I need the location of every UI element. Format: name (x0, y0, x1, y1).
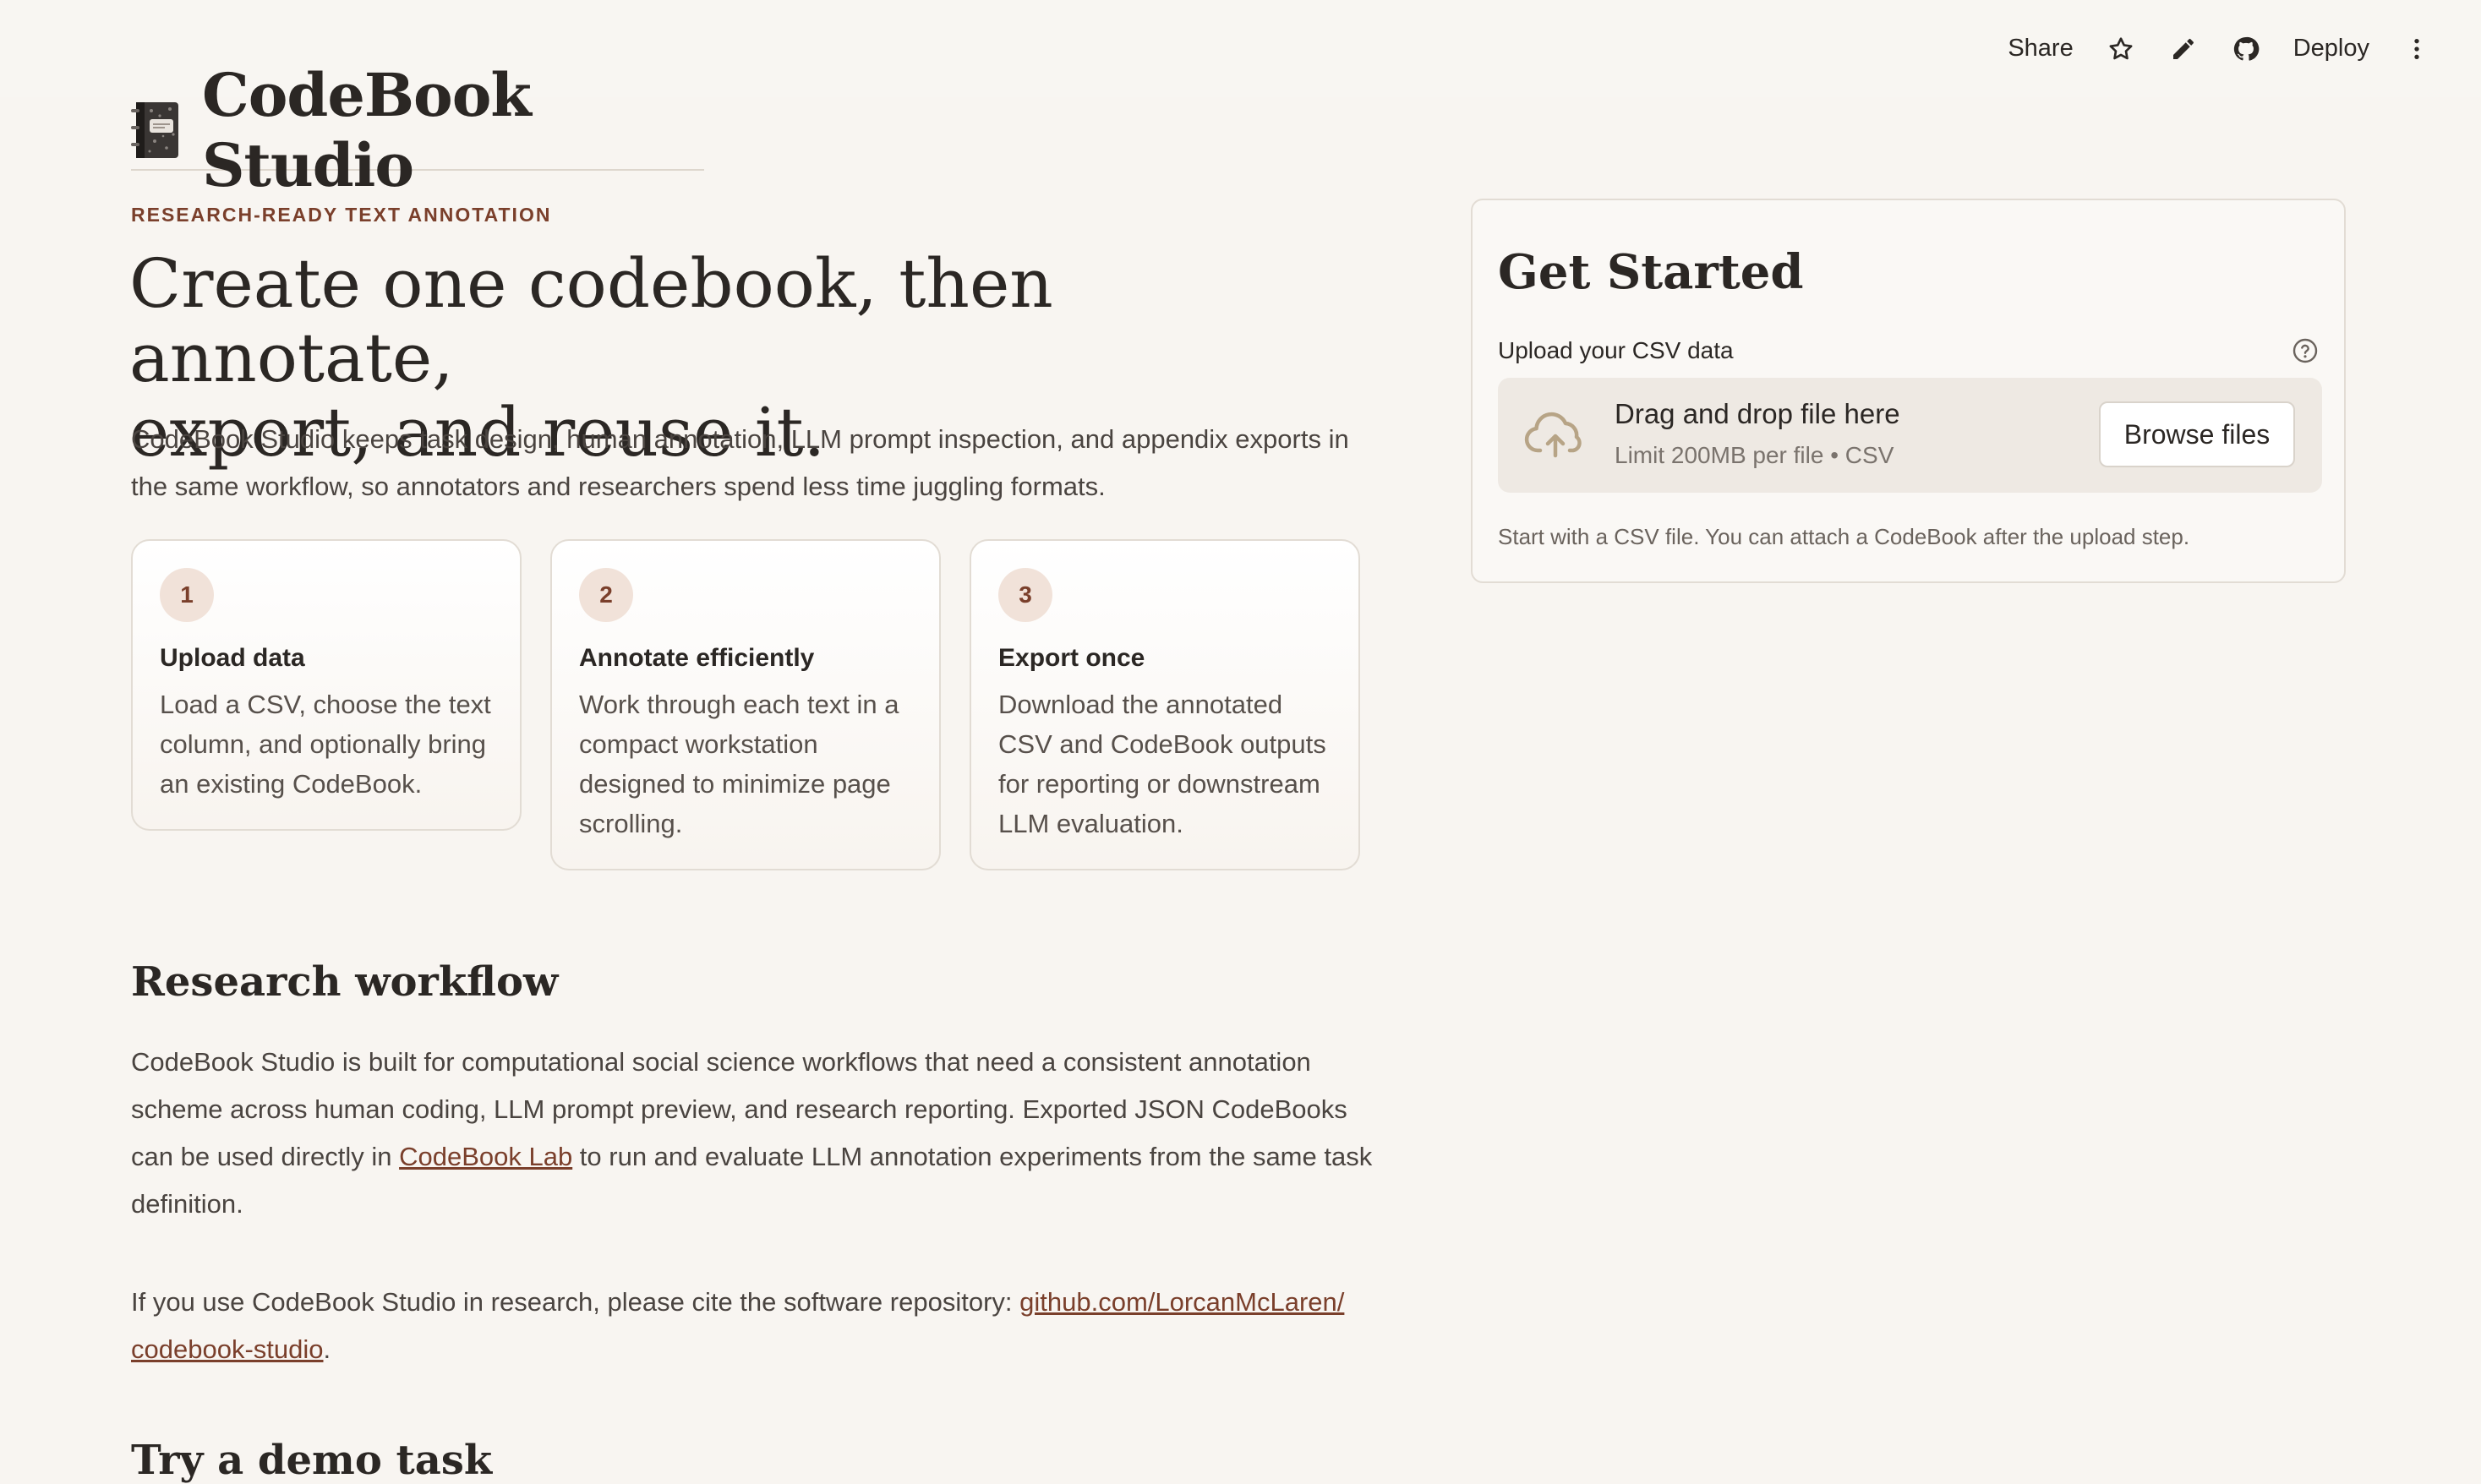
step-title: Annotate efficiently (579, 644, 815, 672)
step-card-upload: 1 Upload data Load a CSV, choose the tex… (131, 539, 522, 831)
dropzone-title: Drag and drop file here (1615, 398, 1900, 429)
step-card-export: 3 Export once Download the annotated CSV… (970, 539, 1360, 870)
step-title: Upload data (160, 644, 305, 672)
upload-note: Start with a CSV file. You can attach a … (1498, 524, 2190, 549)
repository-link-part2: codebook-studio (131, 1334, 324, 1364)
citation-period: . (323, 1334, 331, 1364)
step-description: Work through each text in a compact work… (579, 690, 899, 838)
demo-task-heading: Try a demo task (131, 1437, 493, 1484)
upload-label: Upload your CSV data (1498, 337, 1734, 363)
dropzone-limit: Limit 200MB per file • CSV (1615, 442, 1894, 468)
repository-link-part1: github.com/LorcanMcLaren/ (1019, 1287, 1345, 1317)
share-button[interactable]: Share (1999, 19, 2081, 79)
browse-files-button[interactable]: Browse files (2099, 401, 2295, 467)
step-number: 3 (998, 568, 1052, 622)
citation-text: If you use CodeBook Studio in research, … (131, 1287, 1020, 1317)
more-vertical-icon[interactable] (2393, 19, 2440, 79)
intro-paragraph: CodeBook Studio keeps task design, human… (131, 424, 1349, 501)
pencil-icon[interactable] (2160, 19, 2207, 79)
codebook-lab-link[interactable]: CodeBook Lab (399, 1142, 572, 1171)
get-started-card: Get Started Upload your CSV data Drag an… (1471, 199, 2346, 583)
step-number: 1 (160, 568, 214, 622)
research-workflow-heading: Research workflow (131, 958, 559, 1006)
citation-paragraph: If you use CodeBook Studio in research, … (131, 1279, 1374, 1373)
notebook-icon (131, 101, 180, 160)
step-number: 2 (579, 568, 633, 622)
step-card-annotate: 2 Annotate efficiently Work through each… (550, 539, 941, 870)
step-title: Export once (998, 644, 1145, 672)
workflow-paragraph: CodeBook Studio is built for computation… (131, 1039, 1374, 1228)
get-started-heading: Get Started (1498, 244, 1804, 300)
eyebrow-label: RESEARCH-READY TEXT ANNOTATION (131, 204, 552, 226)
step-description: Load a CSV, choose the text column, and … (160, 690, 491, 799)
github-icon[interactable] (2222, 19, 2270, 79)
deploy-button[interactable]: Deploy (2285, 19, 2378, 79)
hero-headline-line1: Create one codebook, then annotate, (129, 244, 1053, 397)
cloud-upload-icon (1523, 408, 1588, 462)
file-dropzone[interactable]: Drag and drop file here Limit 200MB per … (1498, 378, 2322, 493)
app-title: CodeBook Studio (131, 60, 704, 200)
help-icon[interactable] (2292, 337, 2319, 364)
star-icon[interactable] (2097, 19, 2145, 79)
app-title-text: CodeBook Studio (202, 60, 532, 200)
step-description: Download the annotated CSV and CodeBook … (998, 690, 1326, 838)
